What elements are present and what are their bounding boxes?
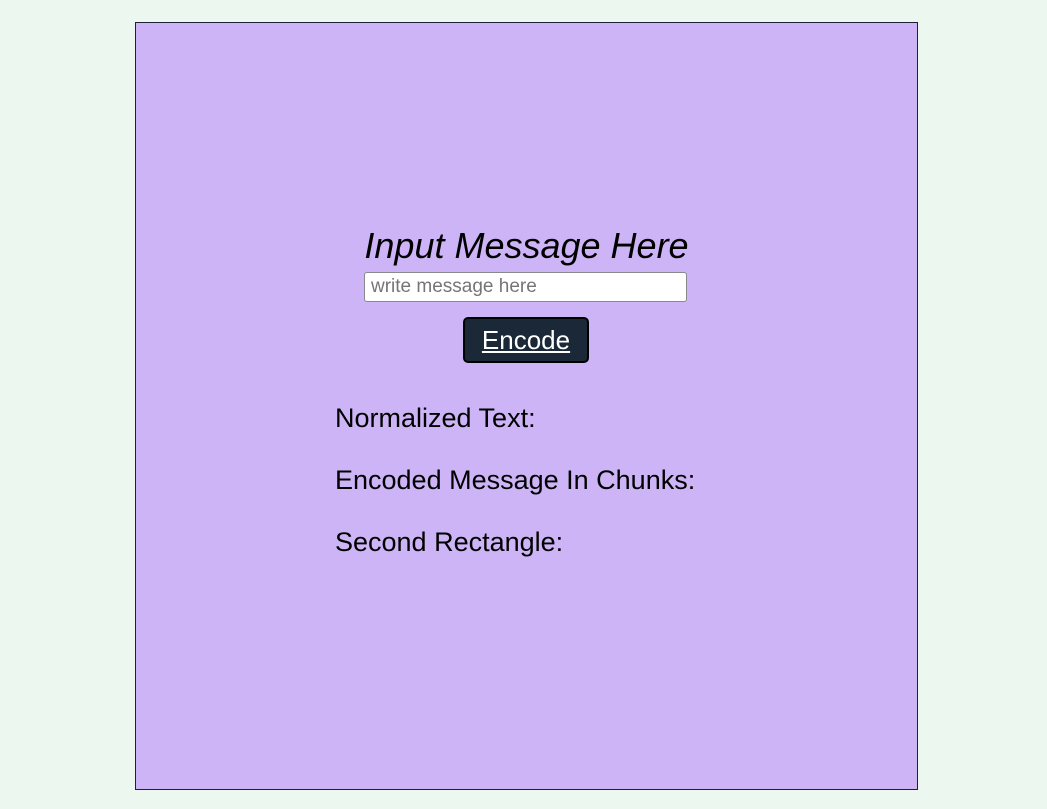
page-title: Input Message Here — [364, 225, 689, 266]
encoded-message-label: Encoded Message In Chunks: — [335, 465, 696, 495]
message-input[interactable] — [364, 272, 687, 302]
encode-button[interactable]: Encode — [463, 317, 589, 363]
second-rectangle-label: Second Rectangle: — [335, 527, 564, 557]
normalized-text-label: Normalized Text: — [335, 403, 536, 433]
encoder-panel: Input Message Here Encode Normalized Tex… — [135, 22, 918, 790]
